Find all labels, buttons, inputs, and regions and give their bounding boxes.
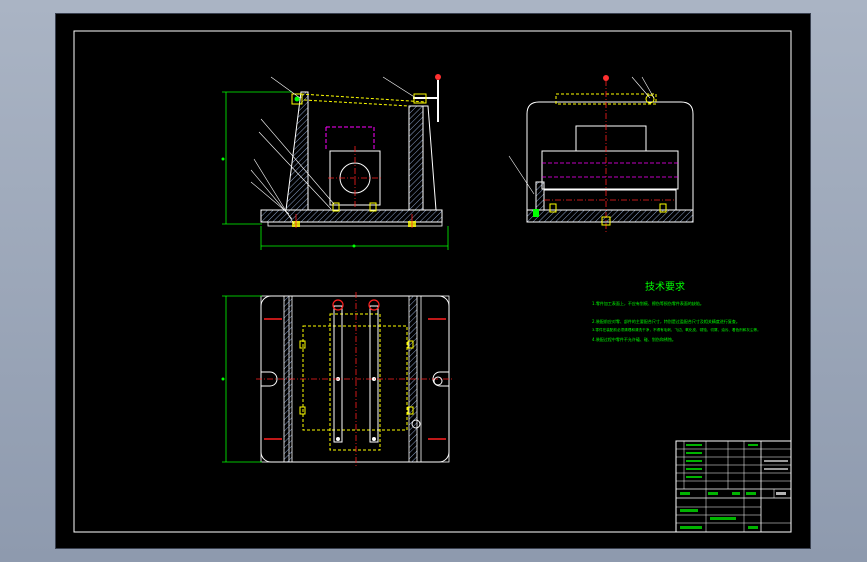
drawing-sheet: 技术要求 1.零件加工表面上，不应有划痕、擦伤等损伤零件表面的缺陷。 2.装配前… [56,14,810,548]
tech-title: 技术要求 [645,280,685,293]
drawing-canvas: 技术要求 1.零件加工表面上，不应有划痕、擦伤等损伤零件表面的缺陷。 2.装配前… [73,30,792,533]
tech-note-3: 3.零件在装配前必须清理和清洗干净，不得有毛刺、飞边、氧化皮、锈蚀、切屑、油污、… [592,327,761,332]
top-view [221,292,454,466]
side-view [508,75,694,234]
cad-viewport[interactable]: 技术要求 1.零件加工表面上，不应有划痕、擦伤等损伤零件表面的缺陷。 2.装配前… [0,0,867,562]
front-view [221,74,449,250]
tech-note-4: 4.装配过程中零件不允许磕、碰、划伤和锈蚀。 [592,336,676,342]
title-block [675,440,792,533]
tech-note-1: 1.零件加工表面上，不应有划痕、擦伤等损伤零件表面的缺陷。 [592,300,704,306]
tech-note-2: 2.装配前应对零、部件的主要配合尺寸，特别是过盈配合尺寸及相关精度进行复查。 [592,318,740,324]
technical-requirements: 技术要求 1.零件加工表面上，不应有划痕、擦伤等损伤零件表面的缺陷。 2.装配前… [592,280,761,342]
